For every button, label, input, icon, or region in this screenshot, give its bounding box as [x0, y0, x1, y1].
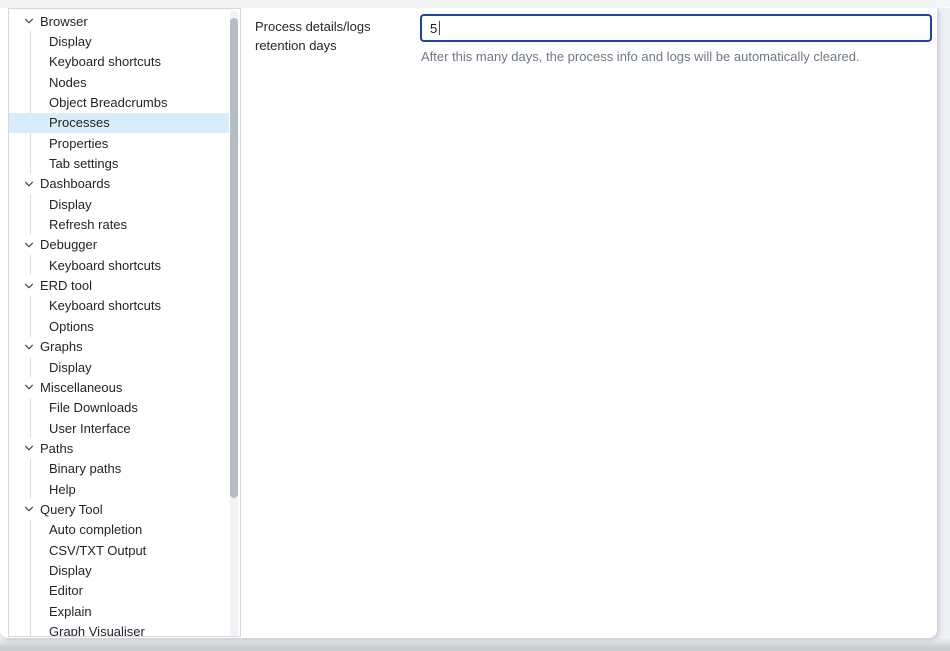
field-label: Process details/logs retention days — [255, 17, 417, 55]
tree-item-display[interactable]: Display — [9, 31, 229, 51]
tree-item-graph-visualiser[interactable]: Graph Visualiser — [9, 621, 229, 637]
tree-item-label: Editor — [49, 583, 83, 598]
text-cursor — [439, 21, 440, 35]
tree-item-processes[interactable]: Processes — [9, 113, 229, 133]
tree-item-graphs[interactable]: Graphs — [9, 337, 229, 357]
chevron-down-icon[interactable] — [22, 340, 36, 354]
tree-item-properties[interactable]: Properties — [9, 133, 229, 153]
chevron-down-icon[interactable] — [22, 502, 36, 516]
preferences-tree-list: Browser Display Keyboard shortcuts Nodes Obj… — [9, 11, 229, 637]
tree-item-label: Tab settings — [49, 156, 118, 171]
tree-item-user-interface[interactable]: User Interface — [9, 418, 229, 438]
tree-item-dashboards[interactable]: Dashboards — [9, 174, 229, 194]
tree-item-editor[interactable]: Editor — [9, 581, 229, 601]
tree-item-label: Display — [49, 34, 92, 49]
tree-item-label: Display — [49, 360, 92, 375]
tree-item-label: Display — [49, 563, 92, 578]
tree-item-label: Dashboards — [40, 176, 110, 191]
tree-item-label: Query Tool — [40, 502, 103, 517]
tree-item-label: User Interface — [49, 421, 131, 436]
retention-days-input[interactable] — [422, 16, 930, 40]
chevron-down-icon[interactable] — [22, 14, 36, 28]
tree-item-label: Debugger — [40, 237, 97, 252]
tree-item-label: Nodes — [49, 75, 87, 90]
tree-item-label: Help — [49, 482, 76, 497]
tree-item-keyboard-shortcuts[interactable]: Keyboard shortcuts — [9, 296, 229, 316]
chevron-down-icon[interactable] — [22, 238, 36, 252]
tree-item-label: Processes — [49, 115, 110, 130]
tree-item-csv-txt-output[interactable]: CSV/TXT Output — [9, 540, 229, 560]
retention-days-field-wrap — [420, 14, 932, 42]
tree-item-label: Keyboard shortcuts — [49, 54, 161, 69]
tree-item-display[interactable]: Display — [9, 560, 229, 580]
preferences-dialog: Browser Display Keyboard shortcuts Nodes Obj… — [0, 8, 937, 638]
tree-item-label: Explain — [49, 604, 92, 619]
tree-item-label: Object Breadcrumbs — [49, 95, 168, 110]
tree-item-refresh-rates[interactable]: Refresh rates — [9, 214, 229, 234]
tree-item-display[interactable]: Display — [9, 357, 229, 377]
tree-item-label: ERD tool — [40, 278, 92, 293]
tree-item-tab-settings[interactable]: Tab settings — [9, 153, 229, 173]
tree-item-label: Options — [49, 319, 94, 334]
field-helper-text: After this many days, the process info a… — [421, 49, 941, 64]
tree-item-label: Graphs — [40, 339, 83, 354]
chevron-down-icon[interactable] — [22, 177, 36, 191]
chevron-down-icon[interactable] — [22, 380, 36, 394]
tree-item-label: Keyboard shortcuts — [49, 258, 161, 273]
tree-item-label: File Downloads — [49, 400, 138, 415]
tree-item-label: Binary paths — [49, 461, 121, 476]
tree-item-miscellaneous[interactable]: Miscellaneous — [9, 377, 229, 397]
preferences-tree-panel: Browser Display Keyboard shortcuts Nodes Obj… — [8, 8, 241, 637]
tree-item-browser[interactable]: Browser — [9, 11, 229, 31]
tree-item-binary-paths[interactable]: Binary paths — [9, 459, 229, 479]
chevron-down-icon[interactable] — [22, 279, 36, 293]
tree-item-label: Display — [49, 197, 92, 212]
tree-item-label: Properties — [49, 136, 108, 151]
tree-item-nodes[interactable]: Nodes — [9, 72, 229, 92]
tree-item-explain[interactable]: Explain — [9, 601, 229, 621]
tree-item-query-tool[interactable]: Query Tool — [9, 499, 229, 519]
tree-item-label: Refresh rates — [49, 217, 127, 232]
tree-item-label: CSV/TXT Output — [49, 543, 146, 558]
header-divider-strip — [0, 0, 950, 8]
tree-item-object-breadcrumbs[interactable]: Object Breadcrumbs — [9, 92, 229, 112]
tree-item-display[interactable]: Display — [9, 194, 229, 214]
tree-item-help[interactable]: Help — [9, 479, 229, 499]
tree-item-label: Paths — [40, 441, 73, 456]
tree-scrollbar[interactable] — [229, 10, 239, 637]
tree-item-label: Browser — [40, 14, 88, 29]
tree-item-keyboard-shortcuts[interactable]: Keyboard shortcuts — [9, 52, 229, 72]
tree-item-erd-tool[interactable]: ERD tool — [9, 275, 229, 295]
chevron-down-icon[interactable] — [22, 441, 36, 455]
tree-item-file-downloads[interactable]: File Downloads — [9, 398, 229, 418]
tree-item-debugger[interactable]: Debugger — [9, 235, 229, 255]
tree-item-label: Graph Visualiser — [49, 624, 145, 637]
dialog-bottom-shadow — [0, 637, 950, 651]
tree-item-auto-completion[interactable]: Auto completion — [9, 520, 229, 540]
tree-item-keyboard-shortcuts[interactable]: Keyboard shortcuts — [9, 255, 229, 275]
tree-item-paths[interactable]: Paths — [9, 438, 229, 458]
tree-item-label: Keyboard shortcuts — [49, 298, 161, 313]
tree-item-label: Auto completion — [49, 522, 142, 537]
tree-item-options[interactable]: Options — [9, 316, 229, 336]
tree-item-label: Miscellaneous — [40, 380, 122, 395]
scrollbar-thumb[interactable] — [230, 18, 238, 498]
